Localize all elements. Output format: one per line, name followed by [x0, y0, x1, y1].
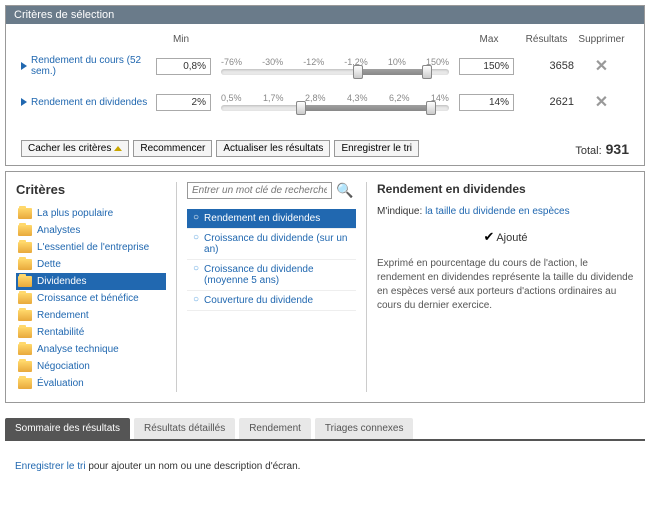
folder-icon: [18, 310, 32, 321]
folder-item[interactable]: Analyse technique: [16, 341, 166, 358]
col-max: Max: [459, 34, 519, 45]
sub-criteria-item[interactable]: ○Couverture du dividende: [187, 291, 356, 311]
sub-criteria-list: ○Rendement en dividendes○Croissance du d…: [187, 209, 356, 311]
indicates-value[interactable]: la taille du dividende en espèces: [425, 206, 570, 217]
tab[interactable]: Triages connexes: [315, 418, 414, 439]
sub-criteria-item[interactable]: ○Croissance du dividende (sur un an): [187, 229, 356, 260]
sub-criteria-item[interactable]: ○Rendement en dividendes: [187, 209, 356, 229]
folder-icon: [18, 344, 32, 355]
bullet-icon: ○: [193, 264, 199, 274]
folder-icon: [18, 242, 32, 253]
min-value[interactable]: 0,8%: [156, 58, 211, 75]
max-value[interactable]: 14%: [459, 94, 514, 111]
detail-description: Exprimé en pourcentage du cours de l'act…: [377, 257, 634, 313]
save-sort-button[interactable]: Enregistrer le tri: [334, 140, 419, 157]
folder-item[interactable]: Dette: [16, 256, 166, 273]
bullet-icon: ○: [193, 213, 199, 223]
folder-item[interactable]: Rentabilité: [16, 324, 166, 341]
delete-button[interactable]: ✕: [574, 56, 629, 76]
expand-icon: [21, 98, 27, 106]
save-sort-link[interactable]: Enregistrer le tri: [15, 461, 86, 472]
result-count: 2621: [519, 96, 574, 108]
tab[interactable]: Sommaire des résultats: [5, 418, 130, 439]
folder-item[interactable]: Négociation: [16, 358, 166, 375]
criteria-row: Rendement en dividendes 2% 0,5%1,7%2,8%4,3…: [21, 92, 629, 112]
restart-button[interactable]: Recommencer: [133, 140, 212, 157]
bottom-note: Enregistrer le tri pour ajouter un nom o…: [0, 441, 650, 492]
col-delete: Supprimer: [574, 34, 629, 45]
sub-criteria-item[interactable]: ○Croissance du dividende (moyenne 5 ans): [187, 260, 356, 291]
refresh-results-button[interactable]: Actualiser les résultats: [216, 140, 330, 157]
criteria-label[interactable]: Rendement du cours (52 sem.): [21, 55, 151, 77]
folder-icon: [18, 361, 32, 372]
folder-icon: [18, 327, 32, 338]
bullet-icon: ○: [193, 295, 199, 305]
search-icon[interactable]: 🔍: [336, 182, 353, 199]
folder-icon: [18, 225, 32, 236]
check-icon: ✔: [483, 229, 494, 244]
folder-list: La plus populaireAnalystesL'essentiel de…: [16, 205, 166, 392]
selection-criteria-header: Critères de sélection: [6, 6, 644, 24]
folder-item[interactable]: Croissance et bénéfice: [16, 290, 166, 307]
added-indicator: ✔Ajouté: [377, 229, 634, 245]
max-value[interactable]: 150%: [459, 58, 514, 75]
folder-item[interactable]: Évaluation: [16, 375, 166, 392]
slider-handle-min[interactable]: [353, 65, 363, 79]
col-min: Min: [151, 34, 211, 45]
detail-title: Rendement en dividendes: [377, 182, 634, 196]
delete-button[interactable]: ✕: [574, 92, 629, 112]
hide-criteria-button[interactable]: Cacher les critères: [21, 140, 129, 157]
indicates-label: M'indique:: [377, 206, 422, 217]
tab[interactable]: Rendement: [239, 418, 311, 439]
expand-icon: [21, 62, 27, 70]
min-value[interactable]: 2%: [156, 94, 211, 111]
folder-item[interactable]: L'essentiel de l'entreprise: [16, 239, 166, 256]
folder-icon: [18, 378, 32, 389]
slider-handle-max[interactable]: [426, 101, 436, 115]
folder-item[interactable]: Dividendes: [16, 273, 166, 290]
total-display: Total:931: [575, 141, 629, 157]
range-slider[interactable]: -76%-30%-12%-1,2%10%150%: [216, 57, 454, 75]
slider-handle-max[interactable]: [422, 65, 432, 79]
bullet-icon: ○: [193, 233, 199, 243]
range-slider[interactable]: 0,5%1,7%2,8%4,3%6,2%14%: [216, 93, 454, 111]
folder-icon: [18, 208, 32, 219]
criteria-row: Rendement du cours (52 sem.) 0,8% -76%-30%…: [21, 55, 629, 77]
criteria-title: Critères: [16, 182, 166, 197]
folder-item[interactable]: La plus populaire: [16, 205, 166, 222]
col-results: Résultats: [519, 34, 574, 45]
search-input[interactable]: [187, 182, 332, 199]
folder-item[interactable]: Rendement: [16, 307, 166, 324]
folder-icon: [18, 293, 32, 304]
slider-handle-min[interactable]: [296, 101, 306, 115]
folder-icon: [18, 276, 32, 287]
folder-item[interactable]: Analystes: [16, 222, 166, 239]
chevron-up-icon: [114, 146, 122, 151]
result-count: 3658: [519, 60, 574, 72]
column-headers: Min Max Résultats Supprimer: [21, 34, 629, 45]
tab[interactable]: Résultats détaillés: [134, 418, 235, 439]
tabs: Sommaire des résultatsRésultats détaillé…: [5, 418, 645, 441]
folder-icon: [18, 259, 32, 270]
criteria-label[interactable]: Rendement en dividendes: [21, 97, 151, 108]
